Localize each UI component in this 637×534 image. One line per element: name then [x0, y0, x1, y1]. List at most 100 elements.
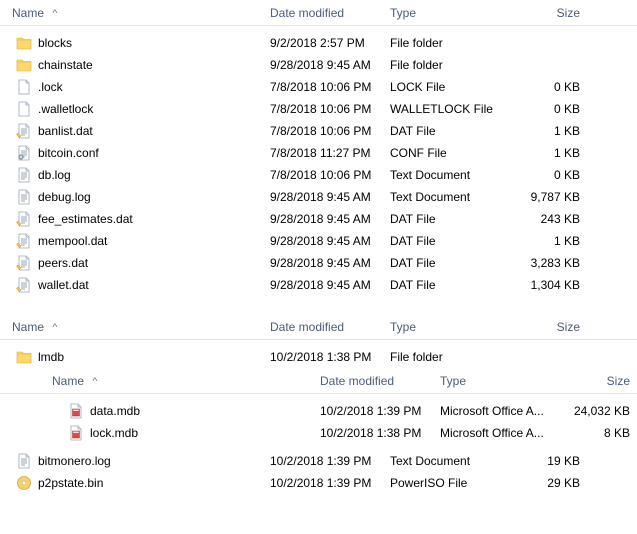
- cell-type: DAT File: [390, 124, 512, 138]
- file-row[interactable]: p2pstate.bin10/2/2018 1:39 PMPowerISO Fi…: [0, 472, 637, 494]
- file-name-label: chainstate: [38, 58, 93, 72]
- cell-type: Microsoft Office A...: [440, 404, 562, 418]
- file-icon: [16, 79, 32, 95]
- file-name-label: wallet.dat: [38, 278, 89, 292]
- cell-size: 0 KB: [512, 80, 592, 94]
- file-name-label: bitcoin.conf: [38, 146, 99, 160]
- sort-chevron-icon: ˄: [52, 323, 58, 331]
- cell-name: db.log: [0, 167, 270, 183]
- header-size[interactable]: Size: [512, 320, 592, 334]
- cell-date: 10/2/2018 1:38 PM: [270, 350, 390, 364]
- cell-size: 3,283 KB: [512, 256, 592, 270]
- file-name-label: p2pstate.bin: [38, 476, 103, 490]
- file-row[interactable]: lock.mdb10/2/2018 1:38 PMMicrosoft Offic…: [0, 422, 637, 444]
- dat-icon: [16, 211, 32, 227]
- header-date[interactable]: Date modified: [320, 374, 440, 388]
- cell-name: p2pstate.bin: [0, 475, 270, 491]
- file-list-panel-1: Name ˄ Date modified Type Size blocks9/2…: [0, 0, 637, 296]
- file-row[interactable]: blocks9/2/2018 2:57 PMFile folder: [0, 32, 637, 54]
- file-row[interactable]: fee_estimates.dat9/28/2018 9:45 AMDAT Fi…: [0, 208, 637, 230]
- column-header-row-nested: Name ˄ Date modified Type Size: [0, 368, 637, 394]
- cell-size: 29 KB: [512, 476, 592, 490]
- mdb-icon: [68, 425, 84, 441]
- file-row[interactable]: lmdb 10/2/2018 1:38 PMFile folder: [0, 346, 637, 368]
- header-name-label: Name: [12, 320, 44, 334]
- cell-type: File folder: [390, 350, 512, 364]
- file-name-label: fee_estimates.dat: [38, 212, 133, 226]
- cell-type: DAT File: [390, 212, 512, 226]
- header-type[interactable]: Type: [390, 6, 512, 20]
- cell-size: 1,304 KB: [512, 278, 592, 292]
- cell-date: 7/8/2018 10:06 PM: [270, 80, 390, 94]
- header-name[interactable]: Name ˄: [0, 374, 270, 388]
- header-type-label: Type: [390, 320, 416, 334]
- file-name-label: bitmonero.log: [38, 454, 111, 468]
- cell-date: 7/8/2018 10:06 PM: [270, 168, 390, 182]
- header-name[interactable]: Name ˄: [0, 320, 270, 334]
- file-row[interactable]: bitcoin.conf7/8/2018 11:27 PMCONF File1 …: [0, 142, 637, 164]
- cell-size: 1 KB: [512, 124, 592, 138]
- cell-name: lmdb: [0, 349, 270, 365]
- conf-icon: [16, 145, 32, 161]
- cell-size: 1 KB: [512, 146, 592, 160]
- file-list-panel-2: Name ˄ Date modified Type Size lmdb 10/2/…: [0, 314, 637, 494]
- folder-icon: [16, 57, 32, 73]
- cell-size: 243 KB: [512, 212, 592, 226]
- cell-date: 9/28/2018 9:45 AM: [270, 58, 390, 72]
- cell-type: PowerISO File: [390, 476, 512, 490]
- folder-icon: [16, 349, 32, 365]
- column-header-row: Name ˄ Date modified Type Size: [0, 0, 637, 26]
- cell-name: mempool.dat: [0, 233, 270, 249]
- cell-name: chainstate: [0, 57, 270, 73]
- file-row[interactable]: bitmonero.log 10/2/2018 1:39 PMText Docum…: [0, 450, 637, 472]
- cell-type: Text Document: [390, 454, 512, 468]
- cell-size: 9,787 KB: [512, 190, 592, 204]
- file-row[interactable]: .lock 7/8/2018 10:06 PMLOCK File0 KB: [0, 76, 637, 98]
- header-size[interactable]: Size: [512, 6, 592, 20]
- cell-size: 1 KB: [512, 234, 592, 248]
- cell-size: 0 KB: [512, 168, 592, 182]
- header-size[interactable]: Size: [562, 374, 637, 388]
- file-row[interactable]: data.mdb10/2/2018 1:39 PMMicrosoft Offic…: [0, 400, 637, 422]
- cell-name: fee_estimates.dat: [0, 211, 270, 227]
- cell-type: LOCK File: [390, 80, 512, 94]
- cell-size: 0 KB: [512, 102, 592, 116]
- header-type[interactable]: Type: [390, 320, 512, 334]
- sort-chevron-icon: ˄: [52, 9, 58, 17]
- cell-name: data.mdb: [0, 403, 270, 419]
- file-row[interactable]: .walletlock7/8/2018 10:06 PMWALLETLOCK F…: [0, 98, 637, 120]
- header-type[interactable]: Type: [440, 374, 562, 388]
- file-row[interactable]: debug.log9/28/2018 9:45 AMText Document9…: [0, 186, 637, 208]
- file-row[interactable]: banlist.dat 7/8/2018 10:06 PMDAT File1 KB: [0, 120, 637, 142]
- file-row[interactable]: db.log7/8/2018 10:06 PMText Document0 KB: [0, 164, 637, 186]
- file-name-label: db.log: [38, 168, 71, 182]
- cell-name: blocks: [0, 35, 270, 51]
- file-row[interactable]: wallet.dat 9/28/2018 9:45 AMDAT File1,304…: [0, 274, 637, 296]
- file-row[interactable]: chainstate9/28/2018 9:45 AMFile folder: [0, 54, 637, 76]
- file-row[interactable]: mempool.dat9/28/2018 9:45 AMDAT File1 KB: [0, 230, 637, 252]
- header-name-label: Name: [12, 6, 44, 20]
- cell-name: bitmonero.log: [0, 453, 270, 469]
- file-name-label: debug.log: [38, 190, 91, 204]
- cell-type: WALLETLOCK File: [390, 102, 512, 116]
- file-name-label: peers.dat: [38, 256, 88, 270]
- cell-type: Microsoft Office A...: [440, 426, 562, 440]
- cell-date: 9/28/2018 9:45 AM: [270, 278, 390, 292]
- cell-date: 7/8/2018 11:27 PM: [270, 146, 390, 160]
- header-date[interactable]: Date modified: [270, 320, 390, 334]
- dat-icon: [16, 255, 32, 271]
- file-name-label: lmdb: [38, 350, 64, 364]
- header-type-label: Type: [390, 6, 416, 20]
- file-name-label: banlist.dat: [38, 124, 93, 138]
- cell-type: DAT File: [390, 278, 512, 292]
- cell-date: 9/28/2018 9:45 AM: [270, 234, 390, 248]
- header-date[interactable]: Date modified: [270, 6, 390, 20]
- cell-date: 7/8/2018 10:06 PM: [270, 124, 390, 138]
- cell-date: 10/2/2018 1:39 PM: [270, 454, 390, 468]
- file-name-label: data.mdb: [90, 404, 140, 418]
- file-row[interactable]: peers.dat9/28/2018 9:45 AMDAT File3,283 …: [0, 252, 637, 274]
- file-name-label: .lock: [38, 80, 63, 94]
- cell-size: 24,032 KB: [562, 404, 637, 418]
- text-icon: [16, 167, 32, 183]
- header-name[interactable]: Name ˄: [0, 6, 270, 20]
